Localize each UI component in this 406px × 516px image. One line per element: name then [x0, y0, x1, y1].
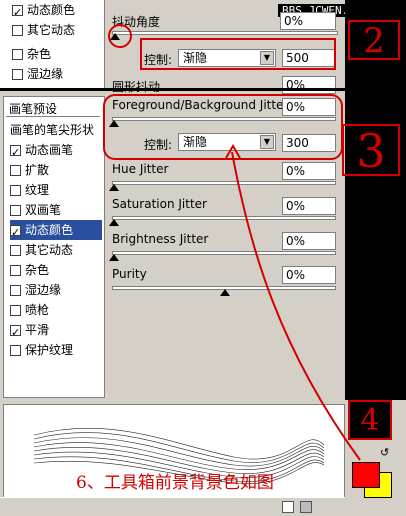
annotation-arrow: [225, 144, 361, 461]
